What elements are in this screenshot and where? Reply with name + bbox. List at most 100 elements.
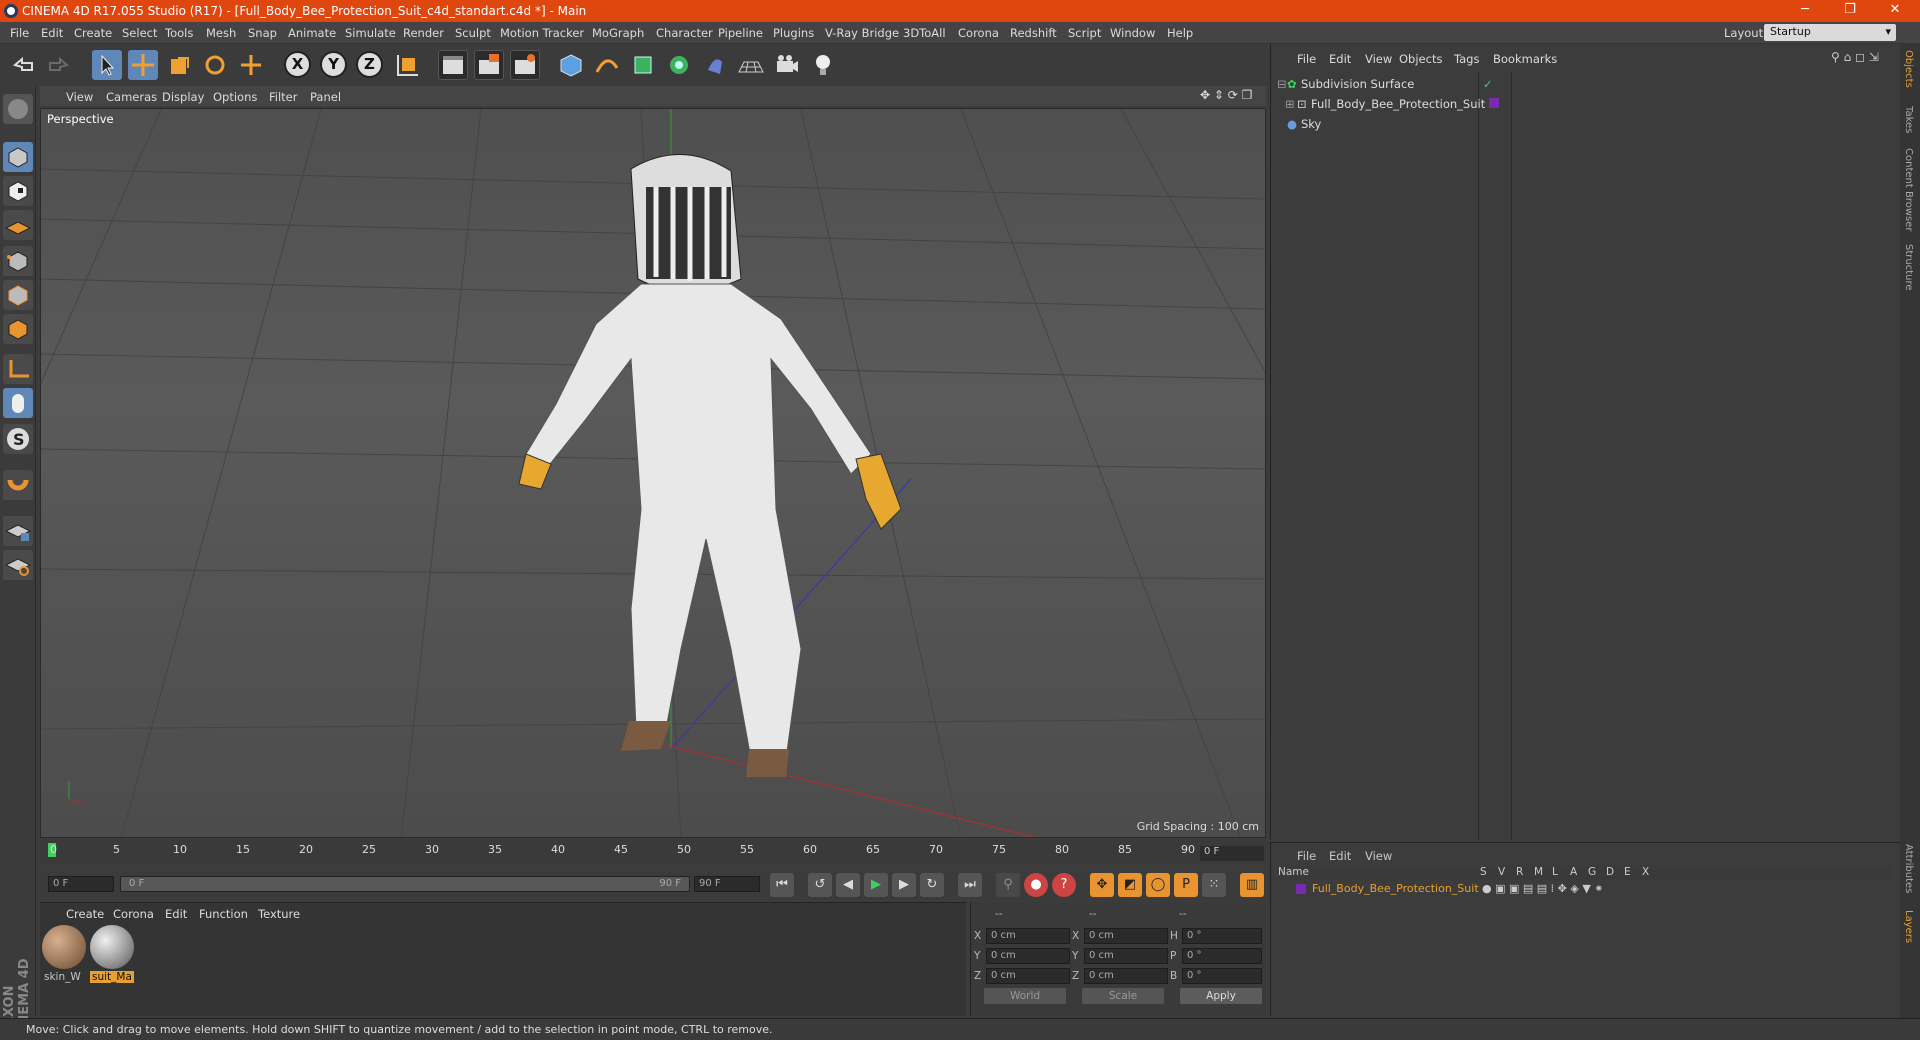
- record-button[interactable]: ●: [1024, 873, 1048, 897]
- tab-objects[interactable]: Objects: [1903, 50, 1914, 88]
- texture-mode-button[interactable]: [3, 176, 33, 206]
- tweak-mode-button[interactable]: [3, 388, 33, 418]
- x-axis-lock-button[interactable]: X: [284, 51, 311, 78]
- layer-col-g[interactable]: G: [1588, 866, 1596, 878]
- material-menu-corona[interactable]: Corona: [113, 907, 154, 921]
- deformer-button[interactable]: [700, 50, 730, 80]
- objects-menu-objects[interactable]: Objects: [1399, 52, 1442, 66]
- move-tool-button[interactable]: [128, 50, 158, 80]
- snap-button[interactable]: S: [3, 424, 33, 454]
- menu-plugins[interactable]: Plugins: [773, 26, 814, 40]
- material-thumb-suit[interactable]: [90, 925, 134, 969]
- restore-button[interactable]: ❐: [1835, 2, 1865, 17]
- points-mode-button[interactable]: [3, 246, 33, 276]
- layer-name[interactable]: Full_Body_Bee_Protection_Suit: [1312, 882, 1479, 895]
- menu-redshift[interactable]: Redshift: [1010, 26, 1057, 40]
- object-row-suit[interactable]: ⊞ ⊡ Full_Body_Bee_Protection_Suit: [1271, 94, 1901, 114]
- layout-select[interactable]: Startup ▾: [1764, 24, 1896, 41]
- current-frame-field[interactable]: 0 F: [1200, 846, 1264, 861]
- object-row-sky[interactable]: ● Sky: [1271, 114, 1901, 134]
- menu-tools[interactable]: Tools: [165, 26, 193, 40]
- layer-col-x[interactable]: X: [1642, 866, 1649, 878]
- prev-frame-button[interactable]: ◀: [836, 873, 860, 897]
- layer-col-s[interactable]: S: [1480, 866, 1487, 878]
- goto-end-button[interactable]: ⏭: [958, 873, 982, 897]
- collapse-icon[interactable]: ⊟: [1277, 77, 1287, 91]
- record-rotation-button[interactable]: ◯: [1146, 873, 1170, 897]
- material-menu-function[interactable]: Function: [199, 907, 248, 921]
- magnet-button[interactable]: [3, 470, 33, 500]
- object-name[interactable]: Full_Body_Bee_Protection_Suit: [1311, 97, 1485, 111]
- menu-pipeline[interactable]: Pipeline: [718, 26, 763, 40]
- menu-create[interactable]: Create: [74, 26, 112, 40]
- tab-content-browser[interactable]: Content Browser: [1903, 148, 1914, 231]
- tab-takes[interactable]: Takes: [1903, 106, 1914, 133]
- objects-menu-edit[interactable]: Edit: [1329, 52, 1351, 66]
- menu-mograph[interactable]: MoGraph: [592, 26, 644, 40]
- render-to-picture-viewer-button[interactable]: [474, 50, 504, 80]
- checkmark-icon[interactable]: ✓: [1483, 77, 1493, 91]
- rotation-h-field[interactable]: 0 °: [1182, 928, 1262, 944]
- size-y-field[interactable]: 0 cm: [1084, 948, 1168, 964]
- 3d-viewport[interactable]: Perspective Grid Spacing : 100 cm: [40, 108, 1266, 838]
- layer-row[interactable]: Full_Body_Bee_Protection_Suit ● ▣ ▣ ▤ ▤ …: [1278, 882, 1893, 898]
- light-button[interactable]: [808, 50, 838, 80]
- layer-color-swatch[interactable]: [1296, 884, 1306, 894]
- edges-mode-button[interactable]: [3, 280, 33, 310]
- autokey-button[interactable]: ?: [1052, 873, 1076, 897]
- expand-icon[interactable]: ⊞: [1285, 97, 1295, 111]
- menu-file[interactable]: File: [10, 26, 29, 40]
- material-tag-icon[interactable]: [1489, 98, 1499, 108]
- objects-menu-view[interactable]: View: [1365, 52, 1392, 66]
- tab-structure[interactable]: Structure: [1903, 244, 1914, 291]
- search-icon[interactable]: ⚲ ⌂ ◻ ⇲: [1831, 50, 1879, 64]
- menu-help[interactable]: Help: [1167, 26, 1193, 40]
- undo-button[interactable]: [8, 50, 38, 80]
- viewport-menu-filter[interactable]: Filter: [269, 90, 297, 104]
- menu-motion-tracker[interactable]: Motion Tracker: [500, 26, 584, 40]
- start-frame-field[interactable]: 0 F: [48, 876, 114, 892]
- object-name[interactable]: Subdivision Surface: [1301, 77, 1414, 91]
- layer-col-e[interactable]: E: [1624, 866, 1631, 878]
- close-button[interactable]: ✕: [1880, 2, 1910, 17]
- material-menu-edit[interactable]: Edit: [165, 907, 187, 921]
- minimize-button[interactable]: ─: [1790, 2, 1820, 17]
- object-name[interactable]: Sky: [1301, 117, 1321, 131]
- menu-script[interactable]: Script: [1068, 26, 1101, 40]
- timeline-window-button[interactable]: ▥: [1240, 873, 1264, 897]
- viewport-menu-cameras[interactable]: Cameras: [106, 90, 157, 104]
- bee-suit-model[interactable]: [518, 154, 902, 777]
- material-label-suit[interactable]: suit_Ma: [90, 971, 134, 983]
- menu-3dtoall[interactable]: 3DToAll: [903, 26, 946, 40]
- objects-menu-tags[interactable]: Tags: [1454, 52, 1479, 66]
- layer-col-m[interactable]: M: [1534, 866, 1543, 878]
- record-scale-button[interactable]: ◩: [1118, 873, 1142, 897]
- goto-start-button[interactable]: ⏮: [770, 873, 794, 897]
- size-z-field[interactable]: 0 cm: [1084, 968, 1168, 984]
- axis-mode-button[interactable]: [3, 354, 33, 384]
- material-label-skin[interactable]: skin_W: [42, 971, 83, 983]
- menu-character[interactable]: Character: [656, 26, 713, 40]
- position-y-field[interactable]: 0 cm: [986, 948, 1070, 964]
- menu-mesh[interactable]: Mesh: [206, 26, 236, 40]
- rotation-p-field[interactable]: 0 °: [1182, 948, 1262, 964]
- viewport-menu-display[interactable]: Display: [162, 90, 204, 104]
- objects-menu-bookmarks[interactable]: Bookmarks: [1493, 52, 1557, 66]
- layer-col-a[interactable]: A: [1570, 866, 1577, 878]
- menu-snap[interactable]: Snap: [248, 26, 277, 40]
- viewport-menu-view[interactable]: View: [66, 90, 93, 104]
- layer-col-r[interactable]: R: [1516, 866, 1523, 878]
- frame-range-slider[interactable]: 0 F 90 F: [120, 876, 690, 892]
- subdivision-button[interactable]: [628, 50, 658, 80]
- menu-edit[interactable]: Edit: [41, 26, 63, 40]
- mograph-cloner-button[interactable]: [664, 50, 694, 80]
- end-frame-field[interactable]: 90 F: [694, 876, 760, 892]
- size-x-field[interactable]: 0 cm: [1084, 928, 1168, 944]
- redo-button[interactable]: [44, 50, 74, 80]
- menu-animate[interactable]: Animate: [288, 26, 336, 40]
- render-view-button[interactable]: [438, 50, 468, 80]
- recent-tool-button[interactable]: [236, 50, 266, 80]
- material-menu-texture[interactable]: Texture: [258, 907, 300, 921]
- next-key-button[interactable]: ↻: [920, 873, 944, 897]
- model-mode-button[interactable]: [3, 142, 33, 172]
